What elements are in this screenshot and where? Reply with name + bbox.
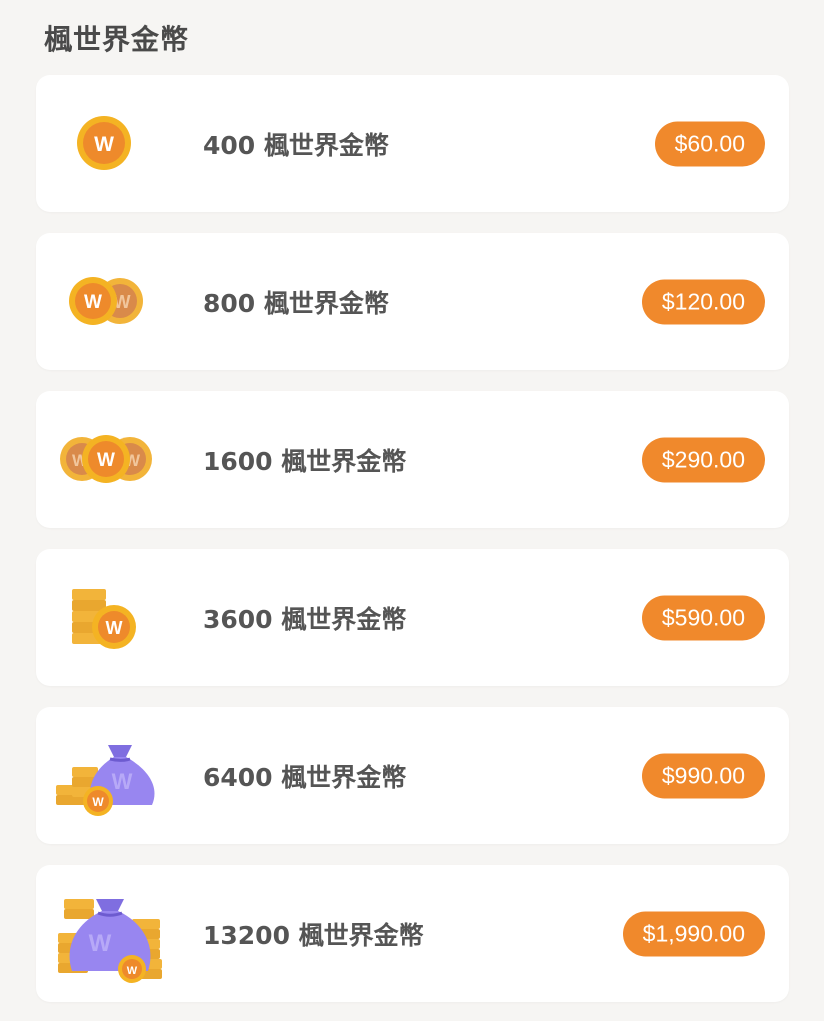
package-label: 400 楓世界金幣 (203, 130, 389, 160)
package-label: 1600 楓世界金幣 (203, 446, 407, 476)
price-button[interactable]: $120.00 (641, 279, 765, 324)
package-card[interactable]: W 400 楓世界金幣 $60.00 (36, 75, 789, 212)
package-card[interactable]: W W W 1600 楓世界金幣 $290.00 (36, 391, 789, 528)
page-title: 楓世界金幣 (44, 23, 190, 56)
package-label: 800 楓世界金幣 (203, 288, 389, 318)
price-button[interactable]: $1,990.00 (622, 911, 765, 956)
svg-text:W: W (89, 930, 112, 957)
svg-text:W: W (97, 450, 115, 471)
price-button[interactable]: $990.00 (641, 753, 765, 798)
package-card[interactable]: W W 13200 楓世界金幣 $1,990.00 (36, 865, 789, 1002)
large-coin-bag-icon: W W (48, 875, 164, 992)
svg-text:W: W (106, 618, 123, 638)
package-label: 6400 楓世界金幣 (203, 762, 407, 792)
package-card[interactable]: W 3600 楓世界金幣 $590.00 (36, 549, 789, 686)
package-card[interactable]: W W 800 楓世界金幣 $120.00 (36, 233, 789, 370)
coin-stack-icon: W (48, 559, 164, 676)
price-button[interactable]: $590.00 (641, 595, 765, 640)
single-coin-icon: W (48, 85, 164, 202)
package-list: W 400 楓世界金幣 $60.00 W W 800 楓世界金幣 $120.00 (36, 75, 789, 1002)
svg-text:W: W (94, 133, 114, 156)
price-button[interactable]: $60.00 (654, 121, 765, 166)
svg-text:W: W (127, 965, 138, 977)
svg-text:W: W (112, 769, 133, 794)
package-label: 13200 楓世界金幣 (203, 920, 424, 950)
price-button[interactable]: $290.00 (641, 437, 765, 482)
package-label: 3600 楓世界金幣 (203, 604, 407, 634)
package-card[interactable]: W W 6400 楓世界金幣 $990.00 (36, 707, 789, 844)
three-coins-icon: W W W (48, 401, 164, 518)
svg-text:W: W (92, 795, 104, 809)
coin-bag-icon: W W (48, 717, 164, 834)
two-coins-icon: W W (48, 243, 164, 360)
svg-text:W: W (84, 292, 102, 313)
